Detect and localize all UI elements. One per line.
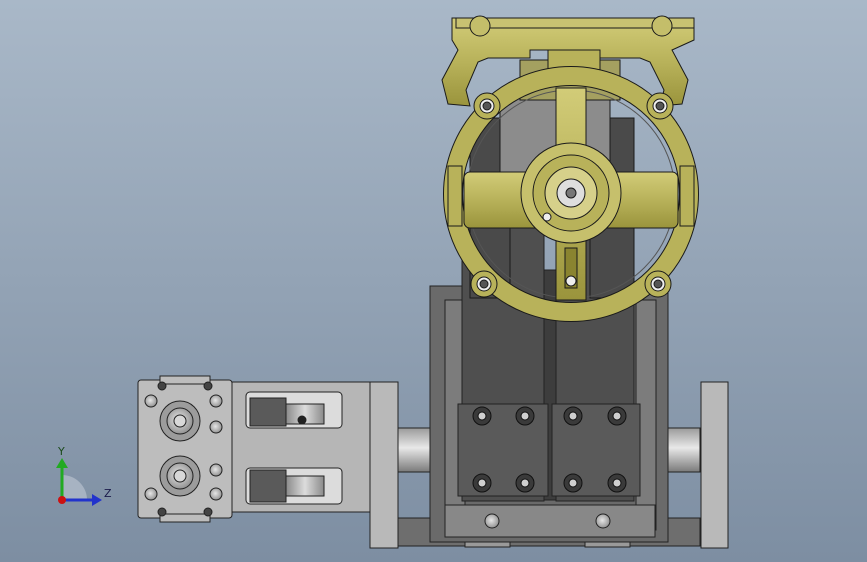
coupling-bracket[interactable] xyxy=(231,381,371,513)
right-end-plate xyxy=(700,381,729,549)
lower-bolt-left xyxy=(484,513,500,529)
triad-z-label: Z xyxy=(104,487,112,500)
motor-mount-bottom-notch xyxy=(159,513,211,523)
triad-y-label: Y xyxy=(57,445,65,458)
triad-origin xyxy=(58,496,66,504)
lower-bolt-right xyxy=(595,513,611,529)
motor-mount-block[interactable] xyxy=(137,375,233,523)
top-right-boss xyxy=(651,15,673,37)
coupling-top-pin xyxy=(297,415,307,425)
coupling-top xyxy=(249,397,287,427)
coupling-bottom-cyl xyxy=(285,475,325,497)
motor-mount-top-notch xyxy=(159,375,211,385)
lower-spoke-hole xyxy=(565,275,577,287)
cad-viewport[interactable]: Y Z xyxy=(0,0,867,562)
slider-face-left xyxy=(457,403,549,497)
ring-tab-left xyxy=(447,165,463,227)
hub-small-hole xyxy=(542,212,552,222)
left-end-plate xyxy=(369,381,399,549)
carriage-lower-plate xyxy=(444,504,656,538)
top-left-boss xyxy=(469,15,491,37)
central-hub-pin xyxy=(565,187,577,199)
ring-tab-right xyxy=(679,165,695,227)
coupling-bottom xyxy=(249,469,287,503)
